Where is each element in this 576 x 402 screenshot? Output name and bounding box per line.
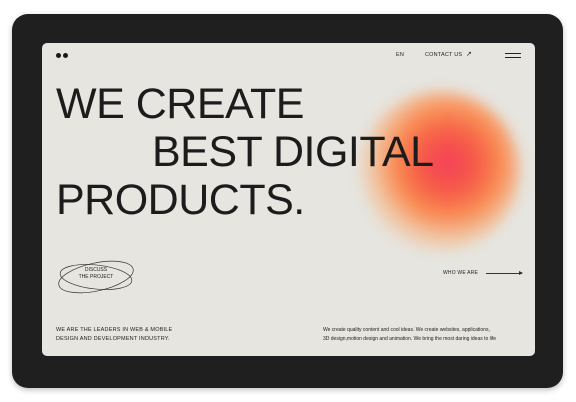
contact-link[interactable]: CONTACT US: [425, 52, 462, 58]
who-we-are-link[interactable]: WHO WE ARE: [443, 270, 478, 276]
discuss-label: DISCUSS: [84, 267, 108, 273]
arrow-right-icon[interactable]: [486, 271, 523, 275]
language-switch[interactable]: EN: [396, 52, 404, 58]
headline-line-3: PRODUCTS.: [56, 176, 305, 224]
arrow-up-right-icon[interactable]: ↗: [466, 50, 472, 58]
leaders-line-2: DESIGN AND DEVELOPMENT INDUSTRY.: [56, 336, 170, 342]
menu-icon[interactable]: [505, 53, 521, 59]
description-line-1: We create quality content and cool ideas…: [323, 327, 490, 333]
discuss-project-button[interactable]: DISCUSS THE PROJECT: [56, 254, 136, 300]
logo-dots-icon[interactable]: [56, 53, 68, 58]
mockup-stage: EN CONTACT US ↗ WE CREATE BEST DIGITAL P…: [0, 0, 576, 402]
headline-line-2: BEST DIGITAL: [152, 128, 434, 176]
description-line-2: 3D design,motion design and animation. W…: [323, 336, 497, 342]
project-label: THE PROJECT: [78, 274, 114, 280]
leaders-line-1: WE ARE THE LEADERS IN WEB & MOBILE: [56, 327, 173, 333]
headline-line-1: WE CREATE: [56, 80, 304, 128]
website-screen: EN CONTACT US ↗ WE CREATE BEST DIGITAL P…: [42, 43, 535, 356]
leaders-text: WE ARE THE LEADERS IN WEB & MOBILE DESIG…: [56, 326, 172, 344]
description-text: We create quality content and cool ideas…: [323, 326, 496, 344]
